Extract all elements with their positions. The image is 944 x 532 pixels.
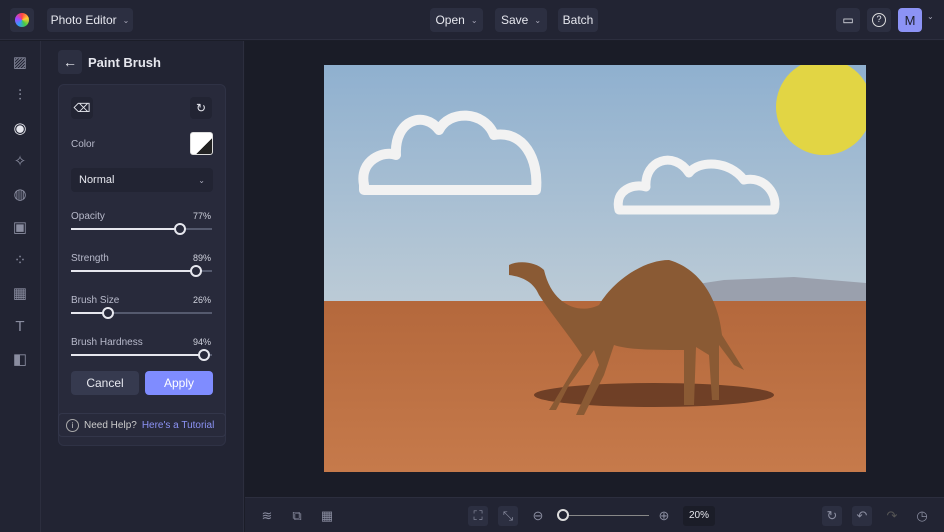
grid-icon[interactable]: ▦ [317,506,337,526]
slider-knob[interactable] [101,307,114,319]
frame-icon[interactable]: ▣ [10,218,30,238]
redo-icon[interactable]: ↷ [882,506,902,526]
zoom-out-icon[interactable]: ⊖ [528,506,548,526]
open-label: Open [435,13,465,27]
top-bar: Photo Editor ⌄ Open ⌄ Save ⌄ Batch ▭ ? M ⌄ [0,0,944,40]
apply-button[interactable]: Apply [145,371,213,395]
brush-settings-card: ⌫ ↻ Color Normal ⌄ Opacity 77% Strength 8… [58,84,226,446]
cancel-button[interactable]: Cancel [71,371,139,395]
slider-label: Brush Size [71,295,120,306]
arrow-left-icon: ← [63,54,77,70]
chevron-down-icon: ⌄ [198,175,205,185]
slider-value: 26% [192,295,211,305]
refresh-icon: ↻ [195,101,207,115]
open-button[interactable]: Open ⌄ [430,8,483,32]
palette-icon[interactable]: ◍ [10,185,30,205]
text-icon[interactable]: T [10,317,30,337]
color-swatch[interactable] [190,132,213,155]
bottom-toolbar: ≋ ⧉ ▦ ⛶ ⤡ ⊖ ⊕ 20% ↻ ↶ ↷ ◷ [245,497,944,532]
comments-button[interactable]: ▭ [836,8,860,32]
fit-screen-icon[interactable]: ⛶ [468,506,488,526]
layers-icon[interactable]: ≋ [257,506,277,526]
graphics-icon[interactable]: ⁘ [10,251,30,271]
slider-track[interactable] [71,223,212,235]
tool-sidebar: ▨ ⫶ ◉ ✧ ◍ ▣ ⁘ ▦ T ◧ [0,41,41,532]
slider-label: Opacity [71,211,105,222]
blend-mode-select[interactable]: Normal ⌄ [71,168,213,192]
slider-track[interactable] [71,349,212,361]
slider-track[interactable] [71,265,212,277]
adjust-icon[interactable]: ⫶ [10,86,30,106]
help-box: i Need Help? Here's a Tutorial [58,413,226,437]
comment-icon: ▭ [842,13,854,27]
eraser-icon: ⌫ [73,101,91,115]
color-label: Color [71,139,95,150]
slider-knob[interactable] [190,265,203,277]
collage-icon[interactable]: ◧ [10,350,30,370]
mode-label: Photo Editor [50,13,117,27]
slider-fill [71,354,204,356]
help-icon: ? [872,13,886,27]
save-button[interactable]: Save ⌄ [495,8,547,32]
slider-knob[interactable] [173,223,186,235]
slider-knob[interactable] [197,349,210,361]
help-text: Need Help? [84,419,137,431]
photo-editor-menu[interactable]: Photo Editor ⌄ [47,8,133,32]
slider-value: 89% [192,253,211,263]
chevron-down-icon: ⌄ [534,15,542,25]
canvas-area[interactable] [245,41,944,497]
history-icon[interactable]: ◷ [912,506,932,526]
eye-icon[interactable]: ◉ [10,119,30,139]
zoom-slider-knob[interactable] [556,509,569,521]
reset-button[interactable]: ↻ [190,97,212,119]
panel-title: Paint Brush [88,55,161,70]
slider-fill [71,228,180,230]
zoom-slider[interactable] [556,509,649,521]
actual-size-icon[interactable]: ⤡ [498,506,518,526]
duplicate-icon[interactable]: ⧉ [287,506,307,526]
slider-label: Brush Hardness [71,337,143,348]
tutorial-link[interactable]: Here's a Tutorial [142,420,215,431]
sync-icon[interactable]: ↻ [822,506,842,526]
zoom-in-icon[interactable]: ⊕ [654,506,674,526]
slider-fill [71,270,197,272]
slider-value: 77% [192,211,211,221]
image-icon[interactable]: ▨ [10,53,30,73]
info-icon: i [66,418,79,432]
batch-button[interactable]: Batch [558,8,598,32]
chevron-down-icon: ⌄ [470,15,478,25]
zoom-value[interactable]: 20% [683,506,715,526]
batch-label: Batch [562,13,594,27]
slider-value: 94% [192,337,211,347]
slider-label: Strength [71,253,109,264]
help-button[interactable]: ? [867,8,891,32]
save-label: Save [500,13,529,27]
texture-icon[interactable]: ▦ [10,284,30,304]
back-button[interactable]: ← [58,50,82,74]
account-chevron-icon[interactable]: ⌄ [927,12,934,21]
chevron-down-icon: ⌄ [122,15,130,25]
sparkle-icon[interactable]: ✧ [10,152,30,172]
slider-track[interactable] [71,307,212,319]
blend-mode-value: Normal [79,174,115,186]
eraser-button[interactable]: ⌫ [71,97,93,119]
undo-icon[interactable]: ↶ [852,506,872,526]
logo[interactable] [10,8,34,32]
avatar[interactable]: M [898,8,922,32]
paint-brush-panel: ← Paint Brush ⌫ ↻ Color Normal ⌄ Opacity … [41,41,244,532]
photo[interactable] [324,65,866,472]
